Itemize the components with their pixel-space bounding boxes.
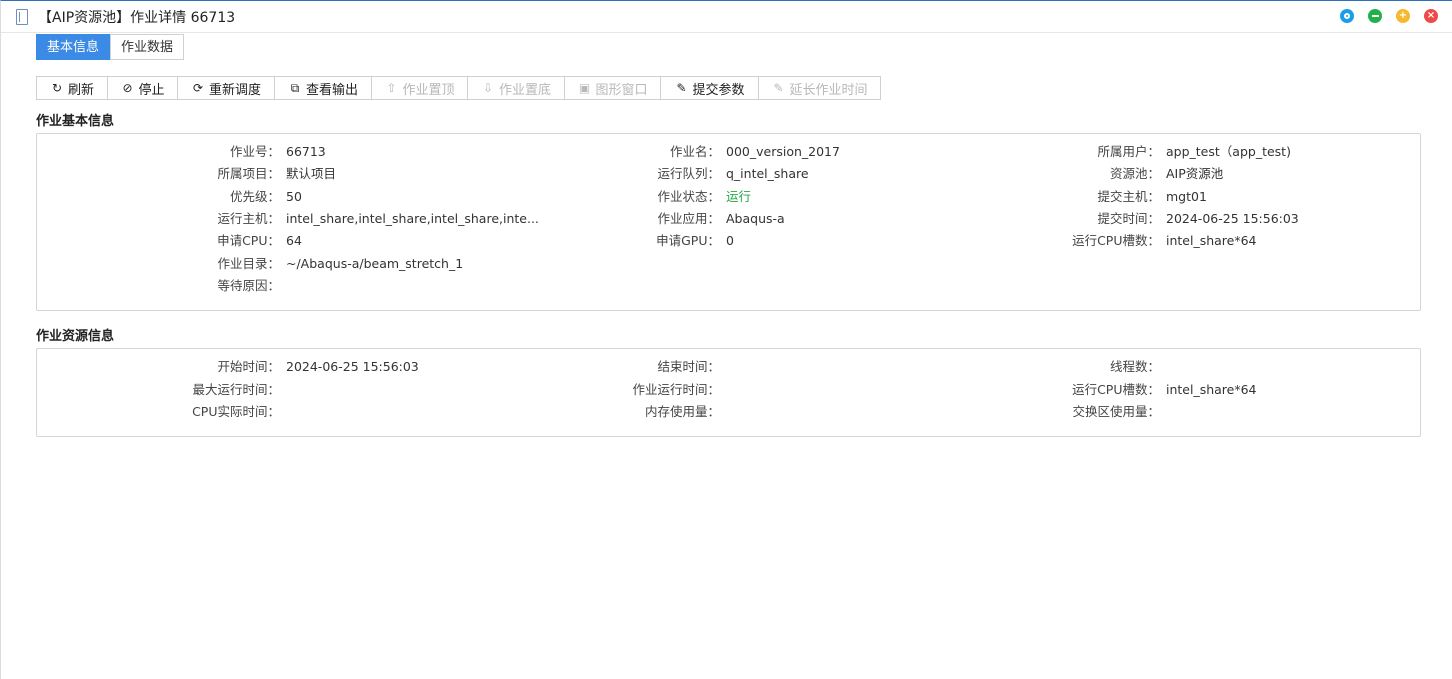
info-row: 最大运行时间： 作业运行时间： 运行CPU槽数： intel_share*64	[37, 380, 1420, 400]
info-row: 运行主机： intel_share,intel_share,intel_shar…	[37, 209, 1420, 229]
stop-button[interactable]: ⊘ 停止	[108, 77, 178, 99]
owner-label: 所属用户：	[1097, 144, 1160, 159]
job-id-label: 作业号：	[229, 144, 280, 159]
pending-reason-label: 等待原因：	[217, 278, 280, 293]
job-run-time-label: 作业运行时间：	[632, 382, 720, 397]
extend-time-button[interactable]: ✎ 延长作业时间	[759, 77, 880, 99]
info-row: 作业目录： ~/Abaqus-a/beam_stretch_1	[37, 254, 1420, 274]
submit-host-value: mgt01	[1166, 189, 1207, 204]
cpu-time-label: CPU实际时间：	[192, 404, 280, 419]
run-host-label: 运行主机：	[217, 211, 280, 226]
req-gpu-label: 申请GPU：	[656, 233, 720, 248]
req-cpu-label: 申请CPU：	[217, 233, 280, 248]
owner-value: app_test（app_test)	[1166, 144, 1291, 159]
minimize-icon[interactable]	[1368, 9, 1382, 23]
maximize-icon[interactable]: +	[1396, 9, 1410, 23]
status-value: 运行	[726, 189, 752, 204]
project-value: 默认项目	[286, 166, 337, 181]
start-time-value: 2024-06-25 15:56:03	[286, 359, 419, 374]
edit-icon: ✎	[676, 81, 687, 95]
job-bottom-button[interactable]: ⇩ 作业置底	[468, 77, 565, 99]
mem-usage-label: 内存使用量：	[644, 404, 720, 419]
job-name-value: 000_version_2017	[726, 144, 840, 159]
tab-job-data[interactable]: 作业数据	[110, 34, 185, 60]
window-controls: + ×	[1340, 9, 1438, 23]
tab-basic-info[interactable]: 基本信息	[36, 34, 111, 60]
req-cpu-value: 64	[286, 233, 302, 248]
graphic-window-button[interactable]: ▣ 图形窗口	[565, 77, 661, 99]
submit-time-label: 提交时间：	[1097, 211, 1160, 226]
close-icon[interactable]: ×	[1424, 9, 1438, 23]
info-row: 等待原因：	[37, 276, 1420, 296]
submit-host-label: 提交主机：	[1097, 189, 1160, 204]
pin-icon[interactable]	[1340, 9, 1354, 23]
priority-label: 优先级：	[229, 189, 280, 204]
window-title: 【AIP资源池】作业详情 66713	[38, 9, 236, 26]
view-output-button[interactable]: ⧉ 查看输出	[275, 77, 372, 99]
extend-time-label: 延长作业时间	[789, 82, 868, 98]
submit-time-value: 2024-06-25 15:56:03	[1166, 211, 1299, 226]
stop-label: 停止	[138, 82, 165, 98]
info-row: CPU实际时间： 内存使用量： 交换区使用量：	[37, 402, 1420, 422]
view-output-label: 查看输出	[305, 82, 358, 98]
job-bottom-label: 作业置底	[498, 82, 551, 98]
refresh-icon: ↻	[51, 81, 63, 95]
job-detail-window: 【AIP资源池】作业详情 66713 + × 基本信息 作业数据 ↻ 刷新 ⊘ …	[0, 0, 1452, 679]
job-top-button[interactable]: ⇧ 作业置顶	[372, 77, 468, 99]
basic-info-panel: 作业号： 66713 作业名： 000_version_2017 所属用户： a…	[36, 133, 1421, 311]
pool-label: 资源池：	[1109, 166, 1160, 181]
job-name-label: 作业名：	[669, 144, 720, 159]
swap-usage-label: 交换区使用量：	[1072, 404, 1160, 419]
stop-icon: ⊘	[122, 81, 133, 95]
image-icon: ▣	[578, 81, 591, 95]
job-id-value: 66713	[286, 144, 326, 159]
resource-info-panel: 开始时间： 2024-06-25 15:56:03 结束时间： 线程数： 最大运…	[36, 348, 1421, 437]
res-cpu-slots-value: intel_share*64	[1166, 382, 1257, 397]
priority-value: 50	[286, 189, 302, 204]
output-icon: ⧉	[290, 80, 300, 95]
submit-params-button[interactable]: ✎ 提交参数	[661, 77, 759, 99]
tab-bar: 基本信息 作业数据	[36, 34, 185, 60]
cpu-slots-value: intel_share*64	[1166, 233, 1257, 248]
max-run-time-label: 最大运行时间：	[192, 382, 280, 397]
graphic-window-label: 图形窗口	[595, 82, 648, 98]
run-host-value: intel_share,intel_share,intel_share,inte…	[286, 211, 539, 226]
queue-label: 运行队列：	[657, 166, 720, 181]
threads-label: 线程数：	[1109, 359, 1160, 374]
project-label: 所属项目：	[217, 166, 280, 181]
work-dir-value: ~/Abaqus-a/beam_stretch_1	[286, 256, 464, 271]
refresh-button[interactable]: ↻ 刷新	[37, 77, 108, 99]
info-row: 优先级： 50 作业状态： 运行 提交主机： mgt01	[37, 187, 1420, 207]
work-dir-label: 作业目录：	[217, 256, 280, 271]
start-time-label: 开始时间：	[217, 359, 280, 374]
queue-value: q_intel_share	[726, 166, 809, 181]
info-row: 申请CPU： 64 申请GPU： 0 运行CPU槽数： intel_share*…	[37, 231, 1420, 251]
reschedule-button[interactable]: ⟳ 重新调度	[178, 77, 275, 99]
edit-icon: ✎	[773, 81, 784, 95]
title-bar: 【AIP资源池】作业详情 66713 + ×	[1, 1, 1452, 33]
basic-info-title: 作业基本信息	[36, 114, 115, 129]
bottom-icon: ⇩	[482, 81, 494, 95]
action-toolbar: ↻ 刷新 ⊘ 停止 ⟳ 重新调度 ⧉ 查看输出 ⇧ 作业置顶 ⇩ 作业置底 ▣ …	[36, 76, 881, 100]
info-row: 开始时间： 2024-06-25 15:56:03 结束时间： 线程数：	[37, 357, 1420, 377]
req-gpu-value: 0	[726, 233, 734, 248]
status-label: 作业状态：	[657, 189, 720, 204]
reschedule-icon: ⟳	[192, 81, 204, 95]
res-cpu-slots-label: 运行CPU槽数：	[1072, 382, 1160, 397]
pool-value: AIP资源池	[1166, 166, 1224, 181]
resource-info-title: 作业资源信息	[36, 329, 115, 344]
end-time-label: 结束时间：	[657, 359, 720, 374]
app-value: Abaqus-a	[726, 211, 785, 226]
info-row: 所属项目： 默认项目 运行队列： q_intel_share 资源池： AIP资…	[37, 164, 1420, 184]
job-top-label: 作业置顶	[402, 82, 455, 98]
reschedule-label: 重新调度	[208, 82, 261, 98]
top-icon: ⇧	[386, 81, 397, 95]
info-row: 作业号： 66713 作业名： 000_version_2017 所属用户： a…	[37, 142, 1420, 162]
refresh-label: 刷新	[67, 82, 94, 98]
document-icon	[16, 8, 28, 25]
cpu-slots-label: 运行CPU槽数：	[1072, 233, 1160, 248]
app-label: 作业应用：	[657, 211, 720, 226]
submit-params-label: 提交参数	[692, 82, 745, 98]
